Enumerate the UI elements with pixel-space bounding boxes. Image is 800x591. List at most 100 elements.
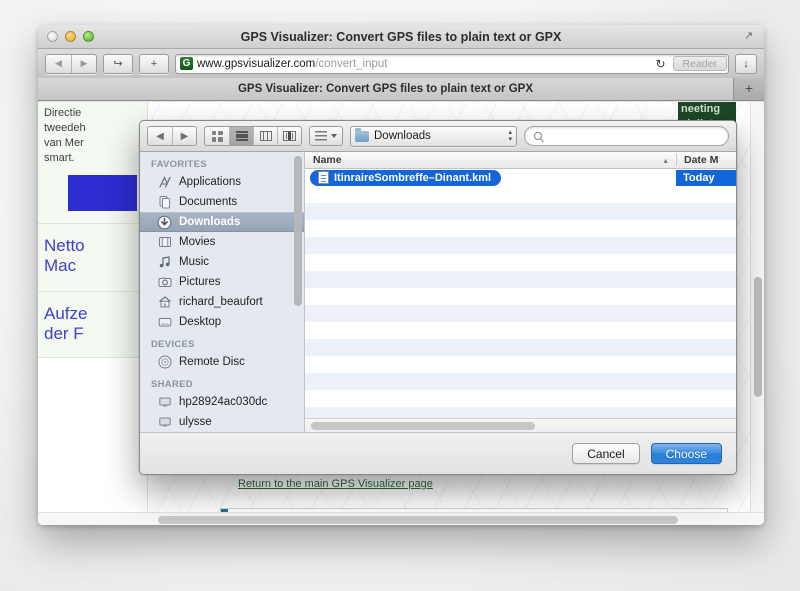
coverflow-view-button[interactable] bbox=[277, 127, 301, 145]
computer-icon bbox=[157, 415, 172, 430]
site-favicon-icon: G bbox=[180, 57, 193, 70]
url-path: /convert_input bbox=[315, 57, 388, 70]
sidebar-group-shared-title: SHARED bbox=[151, 379, 193, 390]
choose-button[interactable]: Choose bbox=[650, 443, 722, 464]
sidebar-item-downloads[interactable]: Downloads bbox=[140, 212, 304, 232]
sidebar-label-hp28924ac030dc: hp28924ac030dc bbox=[179, 396, 268, 408]
desktop-icon bbox=[157, 315, 172, 330]
table-row[interactable]: ItinraireSombreffe–Dinant.kml Today bbox=[305, 169, 736, 186]
file-list-header: Name ▲ Date M bbox=[305, 152, 736, 169]
minimize-window-button[interactable] bbox=[65, 31, 76, 42]
file-list-horizontal-scrollbar[interactable] bbox=[305, 418, 736, 432]
dialog-toolbar: ◀ ▶ Downloads ▴ ▾ bbox=[140, 121, 736, 152]
return-to-main-page-link[interactable]: Return to the main GPS Visualizer page bbox=[238, 478, 433, 490]
reader-button[interactable]: Reader bbox=[672, 56, 727, 71]
sidebar-item-pictures[interactable]: Pictures bbox=[140, 272, 304, 292]
column-header-name[interactable]: Name ▲ bbox=[305, 154, 676, 166]
file-list-pane: Name ▲ Date M ItinraireSombreffe–Dinant.… bbox=[305, 152, 736, 432]
browser-toolbar: ◀ ▶ ↪ + G www.gpsvisualizer.com /convert… bbox=[38, 49, 764, 79]
sidebar-item-home[interactable]: richard_beaufort bbox=[140, 292, 304, 312]
home-icon bbox=[157, 295, 172, 310]
right-banner-line-1: neeting bbox=[681, 103, 721, 115]
left-para-line-2: van Mer bbox=[44, 136, 84, 149]
sidebar-label-movies: Movies bbox=[179, 236, 216, 248]
downloads-icon bbox=[157, 215, 172, 230]
columns-icon bbox=[259, 131, 272, 141]
forward-icon[interactable]: ▶ bbox=[71, 54, 96, 73]
table-row-empty bbox=[305, 356, 736, 373]
grid-icon bbox=[211, 130, 223, 142]
sidebar-item-movies[interactable]: Movies bbox=[140, 232, 304, 252]
table-row-empty bbox=[305, 186, 736, 203]
list-view-button[interactable] bbox=[229, 127, 253, 145]
tab-bar: GPS Visualizer: Convert GPS files to pla… bbox=[38, 78, 764, 101]
dialog-body: FAVORITES Applications Documents Downloa… bbox=[140, 152, 736, 432]
table-row-empty bbox=[305, 373, 736, 390]
sidebar-label-remote-disc: Remote Disc bbox=[179, 356, 245, 368]
page-horizontal-scrollbar[interactable] bbox=[38, 512, 764, 525]
page-horizontal-scroll-thumb[interactable] bbox=[158, 516, 678, 524]
search-field[interactable] bbox=[524, 126, 729, 146]
dialog-forward-icon[interactable]: ▶ bbox=[172, 127, 196, 145]
column-view-button[interactable] bbox=[253, 127, 277, 145]
left-para-line-0: Directie bbox=[44, 107, 82, 119]
left-para-line-1: tweedeh bbox=[44, 121, 86, 134]
cancel-button[interactable]: Cancel bbox=[572, 443, 640, 464]
tab-gps-visualizer[interactable]: GPS Visualizer: Convert GPS files to pla… bbox=[38, 78, 734, 100]
open-file-dialog: ◀ ▶ Downloads ▴ ▾ FAVORITES Applications… bbox=[139, 120, 737, 475]
path-popup-button[interactable]: Downloads ▴ ▾ bbox=[350, 125, 517, 147]
sidebar-label-applications: Applications bbox=[179, 176, 242, 188]
file-list-scroll-thumb[interactable] bbox=[311, 422, 535, 430]
address-bar[interactable]: G www.gpsvisualizer.com /convert_input ↻… bbox=[175, 53, 729, 74]
left-column-heading-2[interactable]: Aufze der F bbox=[38, 292, 147, 343]
search-input[interactable] bbox=[545, 130, 719, 142]
sidebar-label-desktop: Desktop bbox=[179, 316, 222, 328]
page-left-column: Directie tweedeh van Mer smart. Netto Ma… bbox=[38, 102, 148, 525]
dialog-back-icon[interactable]: ◀ bbox=[148, 127, 172, 145]
sidebar-item-ulysse[interactable]: ulysse bbox=[140, 412, 304, 432]
action-menu-button[interactable] bbox=[309, 126, 343, 146]
column-header-name-label: Name bbox=[313, 154, 342, 166]
fullscreen-icon[interactable]: ↗ bbox=[744, 30, 756, 42]
back-icon[interactable]: ◀ bbox=[46, 55, 71, 73]
sidebar-item-music[interactable]: Music bbox=[140, 252, 304, 272]
sidebar-item-documents[interactable]: Documents bbox=[140, 192, 304, 212]
table-row-empty bbox=[305, 288, 736, 305]
url-host: www.gpsvisualizer.com bbox=[197, 57, 316, 70]
downloads-icon[interactable]: ↓ bbox=[735, 53, 757, 74]
sidebar-item-desktop[interactable]: Desktop bbox=[140, 312, 304, 332]
heading-1-line-0: Netto bbox=[44, 236, 85, 256]
table-row-empty bbox=[305, 237, 736, 254]
left-column-heading-1[interactable]: Netto Mac bbox=[38, 224, 147, 275]
list-icon bbox=[235, 131, 248, 141]
pictures-icon bbox=[157, 275, 172, 290]
zoom-window-button[interactable] bbox=[83, 31, 94, 42]
heading-1-line-1: Mac bbox=[44, 255, 77, 275]
sidebar-group-favorites-title: FAVORITES bbox=[151, 159, 207, 170]
page-vertical-scrollbar[interactable] bbox=[750, 102, 764, 525]
share-icon[interactable]: ↪ bbox=[103, 53, 133, 74]
sidebar-item-applications[interactable]: Applications bbox=[140, 172, 304, 192]
dialog-footer: Cancel Choose bbox=[140, 432, 736, 474]
icon-view-button[interactable] bbox=[205, 127, 229, 145]
new-tab-icon[interactable]: + bbox=[139, 53, 169, 74]
sidebar-item-hp28924ac030dc[interactable]: hp28924ac030dc bbox=[140, 392, 304, 412]
table-row-empty bbox=[305, 305, 736, 322]
column-header-date-modified[interactable]: Date M bbox=[676, 154, 736, 166]
computer-icon bbox=[157, 395, 172, 410]
sidebar-label-documents: Documents bbox=[179, 196, 238, 208]
sidebar-item-remote-disc[interactable]: Remote Disc bbox=[140, 352, 304, 372]
table-row-empty bbox=[305, 220, 736, 237]
search-icon bbox=[534, 132, 542, 140]
sidebar-scrollbar-thumb[interactable] bbox=[294, 156, 302, 306]
left-column-paragraph: Directie tweedeh van Mer smart. bbox=[38, 102, 147, 173]
table-row-empty bbox=[305, 322, 736, 339]
new-tab-button[interactable]: + bbox=[734, 78, 764, 100]
down-arrow-icon: ▾ bbox=[508, 135, 512, 143]
table-row-empty bbox=[305, 271, 736, 288]
heading-2-line-0: Aufze bbox=[44, 304, 88, 324]
close-window-button[interactable] bbox=[47, 31, 58, 42]
page-vertical-scroll-thumb[interactable] bbox=[754, 277, 762, 397]
reload-icon[interactable]: ↻ bbox=[655, 57, 667, 71]
table-row-empty bbox=[305, 254, 736, 271]
